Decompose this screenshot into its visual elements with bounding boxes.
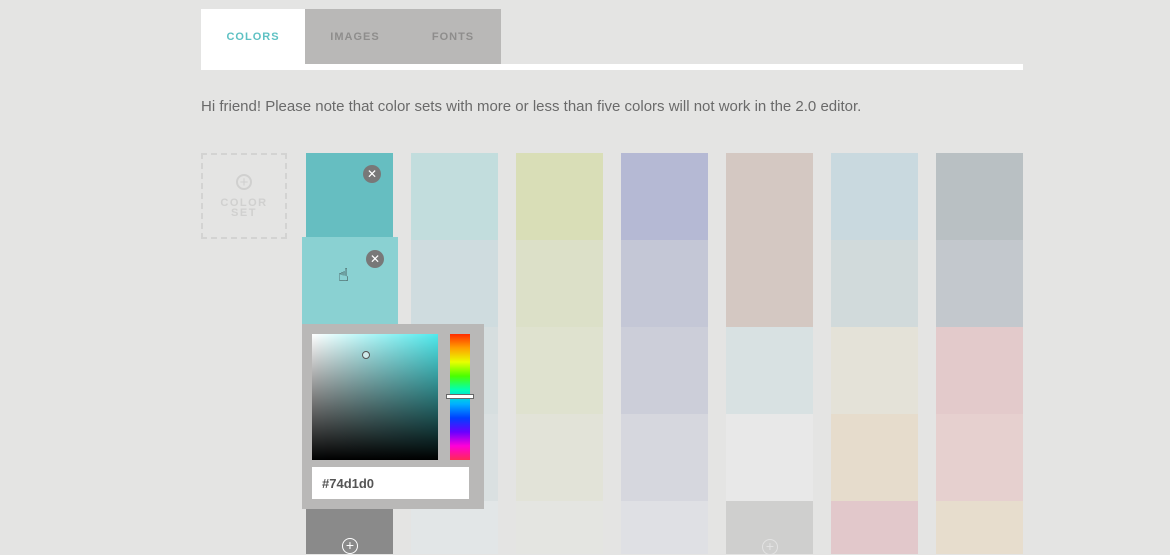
color-swatch[interactable]: [831, 501, 918, 554]
color-swatch[interactable]: [411, 240, 498, 327]
add-set-label-line2: SET: [231, 207, 257, 219]
hue-slider[interactable]: [446, 334, 474, 460]
add-color-button[interactable]: +: [726, 501, 813, 555]
saturation-value-area[interactable]: [312, 334, 438, 460]
color-swatch[interactable]: [516, 501, 603, 554]
color-swatch[interactable]: [831, 414, 918, 501]
color-swatch[interactable]: [516, 240, 603, 327]
color-swatch[interactable]: [936, 240, 1023, 327]
color-swatch[interactable]: [411, 153, 498, 240]
color-swatch[interactable]: [831, 240, 918, 327]
color-swatch[interactable]: [936, 501, 1023, 554]
plus-icon: +: [236, 174, 252, 190]
tab-underline: [201, 64, 1023, 70]
color-picker: [302, 324, 484, 509]
tab-images[interactable]: IMAGES: [305, 9, 405, 65]
saturation-handle[interactable]: [362, 351, 370, 359]
tab-colors[interactable]: COLORS: [201, 9, 305, 65]
tab-fonts[interactable]: FONTS: [405, 9, 501, 65]
color-swatch[interactable]: [726, 327, 813, 414]
close-icon[interactable]: ✕: [366, 250, 384, 268]
editor-notice: Hi friend! Please note that color sets w…: [201, 98, 862, 115]
plus-icon: +: [762, 539, 778, 555]
color-swatch[interactable]: [726, 414, 813, 501]
color-swatch[interactable]: [621, 153, 708, 240]
color-swatch[interactable]: [621, 327, 708, 414]
color-swatch[interactable]: [726, 153, 813, 327]
color-swatch[interactable]: [621, 240, 708, 327]
color-swatch[interactable]: [621, 414, 708, 501]
add-color-button[interactable]: +: [306, 509, 393, 554]
color-swatch[interactable]: [936, 327, 1023, 414]
plus-icon: +: [342, 538, 358, 554]
hex-color-input[interactable]: [312, 467, 469, 499]
color-swatch[interactable]: [936, 153, 1023, 240]
color-swatch-selected[interactable]: ✕: [302, 237, 398, 325]
color-swatch[interactable]: [831, 153, 918, 240]
color-swatch[interactable]: [621, 501, 708, 554]
color-swatch[interactable]: [516, 153, 603, 240]
hue-handle[interactable]: [446, 394, 474, 399]
close-icon[interactable]: ✕: [363, 165, 381, 183]
add-color-set-button[interactable]: + COLOR SET: [201, 153, 287, 239]
color-swatch[interactable]: ✕: [306, 153, 393, 240]
color-swatch[interactable]: [516, 327, 603, 414]
color-swatch[interactable]: [831, 327, 918, 414]
tab-bar: COLORS IMAGES FONTS: [201, 9, 501, 65]
color-swatch[interactable]: [936, 414, 1023, 501]
hand-pointer-icon: ☝: [338, 265, 349, 285]
color-swatch[interactable]: [516, 414, 603, 501]
